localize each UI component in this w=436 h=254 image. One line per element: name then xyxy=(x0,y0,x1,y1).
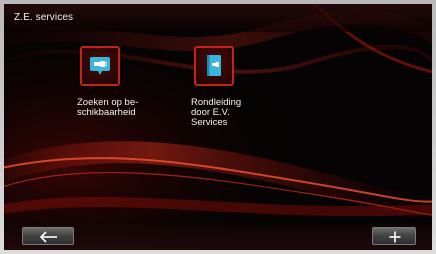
app-tile-zoeken-beschikbaarheid[interactable]: Zoeken op be- schikbaarheid xyxy=(74,44,154,124)
title-bar: Z.E. services xyxy=(4,4,432,32)
display-area: Z.E. services Zoeken op be- schikbaarhei… xyxy=(4,4,432,250)
app-tile-rondleiding-ev-services[interactable]: Rondleiding door E.V. Services xyxy=(188,44,268,134)
charging-plug-icon xyxy=(90,57,110,75)
page-title: Z.E. services xyxy=(14,12,74,23)
back-arrow-icon xyxy=(39,231,57,243)
app-label-line: schikbaarheid xyxy=(77,107,136,118)
back-button[interactable] xyxy=(22,227,74,245)
app-label-line: Services xyxy=(191,117,228,128)
ev-guide-book-icon xyxy=(207,55,221,76)
app-label: Zoeken op be- schikbaarheid xyxy=(77,98,138,118)
app-icon-frame[interactable] xyxy=(80,46,120,86)
app-icon-frame[interactable] xyxy=(194,46,234,86)
app-label: Rondleiding door E.V. Services xyxy=(191,98,241,128)
plus-icon xyxy=(389,231,401,243)
add-button[interactable] xyxy=(372,227,416,245)
device-screen: Z.E. services Zoeken op be- schikbaarhei… xyxy=(0,0,436,254)
